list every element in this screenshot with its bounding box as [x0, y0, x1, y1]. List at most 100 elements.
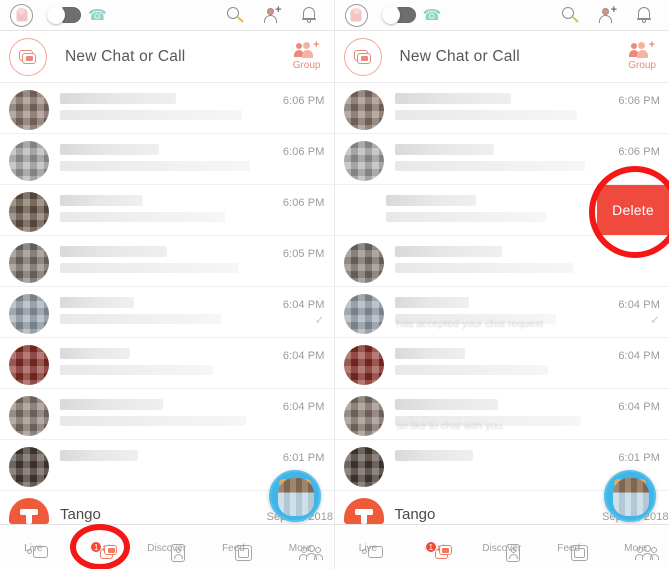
message-preview-redacted	[60, 416, 246, 426]
top-navbar: ☎ +	[0, 0, 334, 31]
chat-meta: 6:06 PM	[267, 90, 325, 107]
contact-avatar[interactable]	[343, 90, 384, 130]
chat-meta: 6:06 PM	[602, 90, 660, 107]
message-preview-redacted	[60, 161, 250, 171]
chat-meta: 6:01 PM	[267, 447, 325, 464]
tab-live[interactable]: Live	[0, 540, 67, 558]
chat-meta: 6:04 PM	[602, 396, 660, 413]
bottom-tab-bar[interactable]: Live1Chat Discover Feed More	[0, 524, 334, 569]
chat-meta: 6:01 PM	[602, 447, 660, 464]
contact-avatar[interactable]	[343, 447, 384, 487]
chat-meta: 6:05 PM	[267, 243, 325, 260]
contact-avatar[interactable]	[9, 243, 49, 283]
phone-screen-before: ☎ + New Chat or Call + Group 6:06 PM 6:06…	[0, 0, 335, 569]
chat-list[interactable]: 6:06 PM 6:06 PM 6:06 PM 6:05 PM 6:04 PM ✓ 6:04…	[0, 83, 334, 537]
bell-icon[interactable]	[300, 6, 318, 24]
contact-avatar[interactable]	[9, 192, 49, 232]
tab-feed[interactable]: Feed	[200, 540, 267, 561]
chat-list-item[interactable]: has accepted your chat request 6:04 PM ✓	[334, 287, 669, 338]
message-preview-redacted	[385, 212, 546, 222]
screenshot-stage: ☎ + New Chat or Call + Group 6:06 PM 6:06…	[0, 0, 669, 569]
availability-toggle[interactable]	[381, 6, 416, 24]
bottom-tab-bar[interactable]: Live1Chat Discover Feed More	[334, 524, 669, 569]
chat-preview	[49, 447, 267, 467]
contact-avatar[interactable]	[9, 447, 49, 487]
chat-preview	[384, 345, 603, 381]
chat-preview	[49, 294, 267, 330]
chat-list-item[interactable]: 6:06 PM	[334, 83, 669, 134]
chat-list-item[interactable]: 6:05 PM	[0, 236, 334, 287]
contact-name-redacted	[60, 450, 139, 461]
chat-timestamp: 6:04 PM	[618, 401, 660, 413]
chat-meta: 6:04 PM	[267, 396, 325, 413]
contact-avatar[interactable]	[9, 396, 49, 436]
contact-avatar[interactable]	[9, 294, 49, 334]
contact-avatar[interactable]	[9, 141, 49, 181]
chat-timestamp: 6:05 PM	[282, 248, 325, 260]
contact-name-redacted	[385, 195, 477, 206]
contact-name-redacted	[394, 144, 495, 155]
floating-chat-head-avatar[interactable]	[604, 470, 656, 522]
message-preview-redacted	[394, 365, 549, 375]
contact-name-redacted	[60, 399, 164, 410]
new-chat-or-call-row[interactable]: New Chat or Call + Group	[0, 31, 334, 83]
new-chat-label: New Chat or Call	[399, 47, 520, 65]
chat-list-item[interactable]: Delete	[334, 185, 669, 236]
tab-label: Feed	[222, 543, 245, 554]
availability-toggle[interactable]	[47, 6, 81, 24]
tab-chat[interactable]: 1Chat	[67, 540, 134, 559]
profile-avatar-icon[interactable]	[10, 3, 33, 27]
chat-list-item[interactable]: 6:04 PM	[0, 338, 334, 389]
chat-list[interactable]: 6:06 PM 6:06 PM Delete has accepted your ch…	[334, 83, 669, 537]
delete-button[interactable]: Delete	[597, 185, 669, 235]
profile-avatar-icon[interactable]	[344, 3, 368, 27]
tab-discover[interactable]: Discover	[133, 540, 200, 562]
chat-timestamp: 6:01 PM	[282, 452, 325, 464]
chat-list-item[interactable]: 6:06 PM	[334, 134, 669, 185]
tab-more[interactable]: More	[267, 540, 334, 560]
chat-timestamp: 6:06 PM	[618, 95, 660, 107]
add-person-icon[interactable]: +	[263, 5, 282, 24]
contact-name-redacted	[60, 348, 131, 359]
bell-icon[interactable]	[635, 6, 653, 24]
tab-live[interactable]: Live	[335, 540, 402, 558]
create-group-button[interactable]: + Group	[628, 40, 660, 72]
chat-list-item[interactable]: so like to chat with you. 6:04 PM	[334, 389, 669, 440]
contact-avatar[interactable]	[9, 345, 49, 385]
contact-avatar[interactable]	[343, 294, 384, 334]
chat-timestamp: 6:06 PM	[618, 146, 660, 158]
search-icon[interactable]	[561, 6, 579, 24]
phone-icon: ☎	[88, 6, 107, 24]
chat-meta: 6:06 PM	[267, 192, 325, 209]
chat-list-item[interactable]: 6:04 PM	[0, 389, 334, 440]
chat-list-item[interactable]: 6:06 PM	[0, 83, 334, 134]
contact-avatar[interactable]	[343, 243, 384, 283]
message-preview-redacted	[60, 212, 226, 222]
create-group-button[interactable]: + Group	[293, 40, 325, 72]
new-chat-icon	[9, 37, 47, 76]
chat-list-item[interactable]: 6:04 PM	[334, 338, 669, 389]
floating-chat-head-avatar[interactable]	[268, 470, 321, 522]
chat-list-item[interactable]: 6:06 PM	[0, 185, 334, 236]
contact-avatar[interactable]	[9, 90, 49, 130]
tab-discover[interactable]: Discover	[468, 540, 535, 562]
tab-feed[interactable]: Feed	[535, 540, 602, 561]
tab-more[interactable]: More	[602, 540, 669, 560]
contact-avatar[interactable]	[343, 345, 384, 385]
contact-avatar[interactable]	[343, 396, 384, 436]
message-preview-redacted	[60, 110, 242, 120]
tab-label: More	[624, 543, 647, 554]
contact-avatar[interactable]	[343, 141, 384, 181]
search-icon[interactable]	[226, 6, 244, 24]
chat-list-item[interactable]: 6:06 PM	[0, 134, 334, 185]
chat-timestamp: 6:06 PM	[282, 95, 325, 107]
chat-list-item[interactable]	[334, 236, 669, 287]
chat-unread-badge: 1	[424, 541, 437, 553]
chat-preview	[375, 192, 603, 228]
chat-preview	[49, 141, 267, 177]
new-chat-or-call-row[interactable]: New Chat or Call + Group	[334, 31, 669, 83]
message-preview-redacted	[394, 110, 578, 120]
add-person-icon[interactable]: +	[598, 5, 617, 24]
tab-chat[interactable]: 1Chat	[401, 540, 468, 559]
chat-list-item[interactable]: 6:04 PM ✓	[0, 287, 334, 338]
